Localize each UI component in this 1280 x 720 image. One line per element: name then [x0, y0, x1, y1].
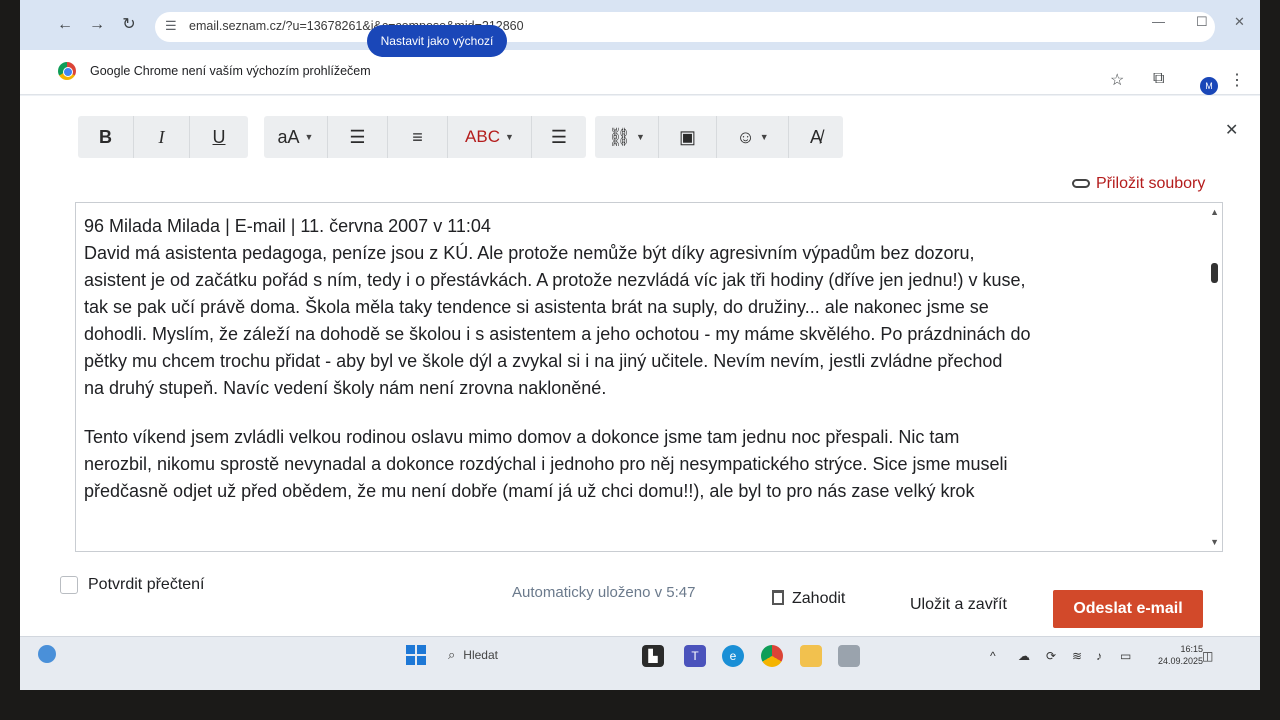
extensions-icon[interactable]: ⧉ [1153, 70, 1164, 88]
confirm-read-checkbox[interactable] [60, 576, 78, 594]
clear-format-icon[interactable]: A̸ [789, 116, 843, 158]
clock-time: 16:15 [1180, 644, 1204, 654]
wifi-icon[interactable]: ≋ [1072, 649, 1082, 663]
profile-avatar[interactable]: M [1200, 77, 1218, 95]
spellcheck-dropdown[interactable]: ABC ▼ [448, 116, 532, 158]
body-line: předčasně odjet už před obědem, že mu ne… [84, 481, 975, 501]
set-default-button[interactable]: Nastavit jako výchozí [367, 25, 507, 57]
attach-files-label: Přiložit soubory [1096, 175, 1206, 192]
bulleted-list-icon[interactable]: ≡ [388, 116, 448, 158]
teams-icon[interactable]: T [684, 645, 706, 667]
default-browser-infobar: Google Chrome není vaším výchozím prohlí… [20, 50, 1260, 95]
notification-icon[interactable]: ◫ [1202, 649, 1213, 663]
battery-icon[interactable]: ▭ [1120, 649, 1131, 663]
chevron-down-icon: ▼ [759, 132, 769, 142]
scrollbar-thumb[interactable] [1211, 263, 1218, 283]
trash-icon [772, 590, 784, 605]
chevron-down-icon: ▼ [304, 132, 314, 142]
body-line: tak se pak učí právě doma. Škola měla ta… [84, 297, 989, 317]
back-arrow-icon[interactable]: ← [54, 14, 76, 36]
discard-label: Zahodit [792, 590, 846, 607]
site-info-icon[interactable]: ☰ [165, 18, 181, 34]
close-compose-icon[interactable]: ✕ [1225, 120, 1238, 140]
format-group-insert: ⛓ ▼ ▣ ☺ ▼ A̸ [595, 116, 843, 158]
menu-dots-icon[interactable]: ⋮ [1229, 70, 1245, 90]
file-explorer-icon[interactable] [800, 645, 822, 667]
widgets-icon[interactable] [38, 645, 56, 663]
chevron-down-icon: ▼ [635, 132, 645, 142]
compose-footer: Potvrdit přečtení Automaticky uloženo v … [20, 558, 1260, 628]
body-line: na druhý stupeň. Navíc vedení školy nám … [84, 378, 607, 398]
chrome-taskbar-icon[interactable] [761, 645, 783, 667]
network-icon[interactable]: ☁ [1018, 649, 1030, 663]
forward-arrow-icon[interactable]: → [86, 14, 108, 36]
format-group-paragraph: aA ▼ ☰ ≡ ABC ▼ ☰ [264, 116, 586, 158]
bookmark-star-icon[interactable]: ☆ [1110, 70, 1124, 90]
italic-button[interactable]: I [134, 116, 190, 158]
link-icon[interactable]: ⛓ ▼ [595, 116, 659, 158]
windows-start-icon[interactable] [406, 645, 426, 665]
app-icon[interactable] [838, 645, 860, 667]
sync-icon[interactable]: ⟳ [1046, 649, 1056, 663]
spellcheck-label: ABC [465, 127, 501, 146]
emoji-icon[interactable]: ☺ ▼ [717, 116, 789, 158]
infobar-message: Google Chrome není vaším výchozím prohlí… [90, 64, 371, 78]
confirm-read-label[interactable]: Potvrdit přečtení [88, 576, 205, 594]
scroll-up-arrow-icon[interactable]: ▲ [1210, 207, 1219, 217]
reload-icon[interactable]: ↻ [118, 14, 140, 36]
taskbar-search-label: Hledat [463, 648, 498, 662]
volume-icon[interactable]: ♪ [1096, 649, 1102, 663]
image-icon[interactable]: ▣ [659, 116, 717, 158]
scroll-down-arrow-icon[interactable]: ▼ [1210, 537, 1219, 547]
chevron-up-icon[interactable]: ^ [990, 649, 996, 663]
body-line: pětky mu chcem trochu přidat - aby byl v… [84, 351, 1003, 371]
close-window-icon[interactable]: ✕ [1234, 14, 1245, 30]
screen: ← → ↻ ☰ email.seznam.cz/?u=13678261&i&c=… [20, 0, 1260, 690]
body-line: dohodli. Myslím, že záleží na dohodě se … [84, 324, 1031, 344]
taskbar-search[interactable]: ⌕ Hledat [448, 647, 498, 663]
maximize-icon[interactable]: ☐ [1196, 14, 1208, 30]
autosave-status: Automaticky uloženo v 5:47 [512, 584, 696, 601]
font-size-dropdown[interactable]: aA ▼ [264, 116, 328, 158]
minimize-icon[interactable]: — [1152, 14, 1165, 29]
body-line: David má asistenta pedagoga, peníze jsou… [84, 243, 975, 263]
underline-button[interactable]: U [190, 116, 248, 158]
body-line: 96 Milada Milada | E-mail | 11. června 2… [84, 216, 491, 236]
edge-icon[interactable]: e [722, 645, 744, 667]
align-icon[interactable]: ☰ [532, 116, 586, 158]
font-size-label: aA [277, 126, 300, 147]
address-bar[interactable]: ☰ email.seznam.cz/?u=13678261&i&c=compos… [155, 12, 1215, 42]
chevron-down-icon: ▼ [505, 132, 514, 142]
message-editor[interactable]: 96 Milada Milada | E-mail | 11. června 2… [75, 202, 1223, 552]
numbered-list-icon[interactable]: ☰ [328, 116, 388, 158]
save-close-button[interactable]: Uložit a zavřít [910, 596, 1007, 614]
compose-panel: B I U aA ▼ ☰ ≡ ABC ▼ ☰ ⛓ ▼ ▣ ☺ ▼ A̸ ✕ Přilož… [20, 96, 1260, 636]
format-group-text: B I U [78, 116, 248, 158]
clock-date: 24.09.2025 [1158, 656, 1204, 666]
task-view-icon[interactable]: ▙ [642, 645, 664, 667]
browser-toolbar: ← → ↻ ☰ email.seznam.cz/?u=13678261&i&c=… [20, 0, 1260, 50]
send-email-button[interactable]: Odeslat e-mail [1053, 590, 1203, 628]
taskbar-clock[interactable]: 16:15 24.09.2025 [1158, 643, 1203, 667]
body-line: nerozbil, nikomu sprostě nevynadal a dok… [84, 454, 1008, 474]
paperclip-icon [1072, 179, 1090, 189]
windows-taskbar: ⌕ Hledat ▙ T e ^ ☁ ⟳ ≋ ♪ ▭ 16:15 24.09.20… [20, 636, 1260, 690]
chrome-logo-icon [58, 62, 76, 80]
message-body[interactable]: 96 Milada Milada | E-mail | 11. června 2… [84, 213, 1184, 505]
search-icon: ⌕ [448, 647, 456, 662]
bold-button[interactable]: B [78, 116, 134, 158]
body-line: asistent je od začátku pořád s ním, tedy… [84, 270, 1026, 290]
attach-files-button[interactable]: Přiložit soubory [1072, 175, 1205, 193]
discard-button[interactable]: Zahodit [772, 590, 845, 608]
body-line: Tento víkend jsem zvládli velkou rodinou… [84, 427, 960, 447]
